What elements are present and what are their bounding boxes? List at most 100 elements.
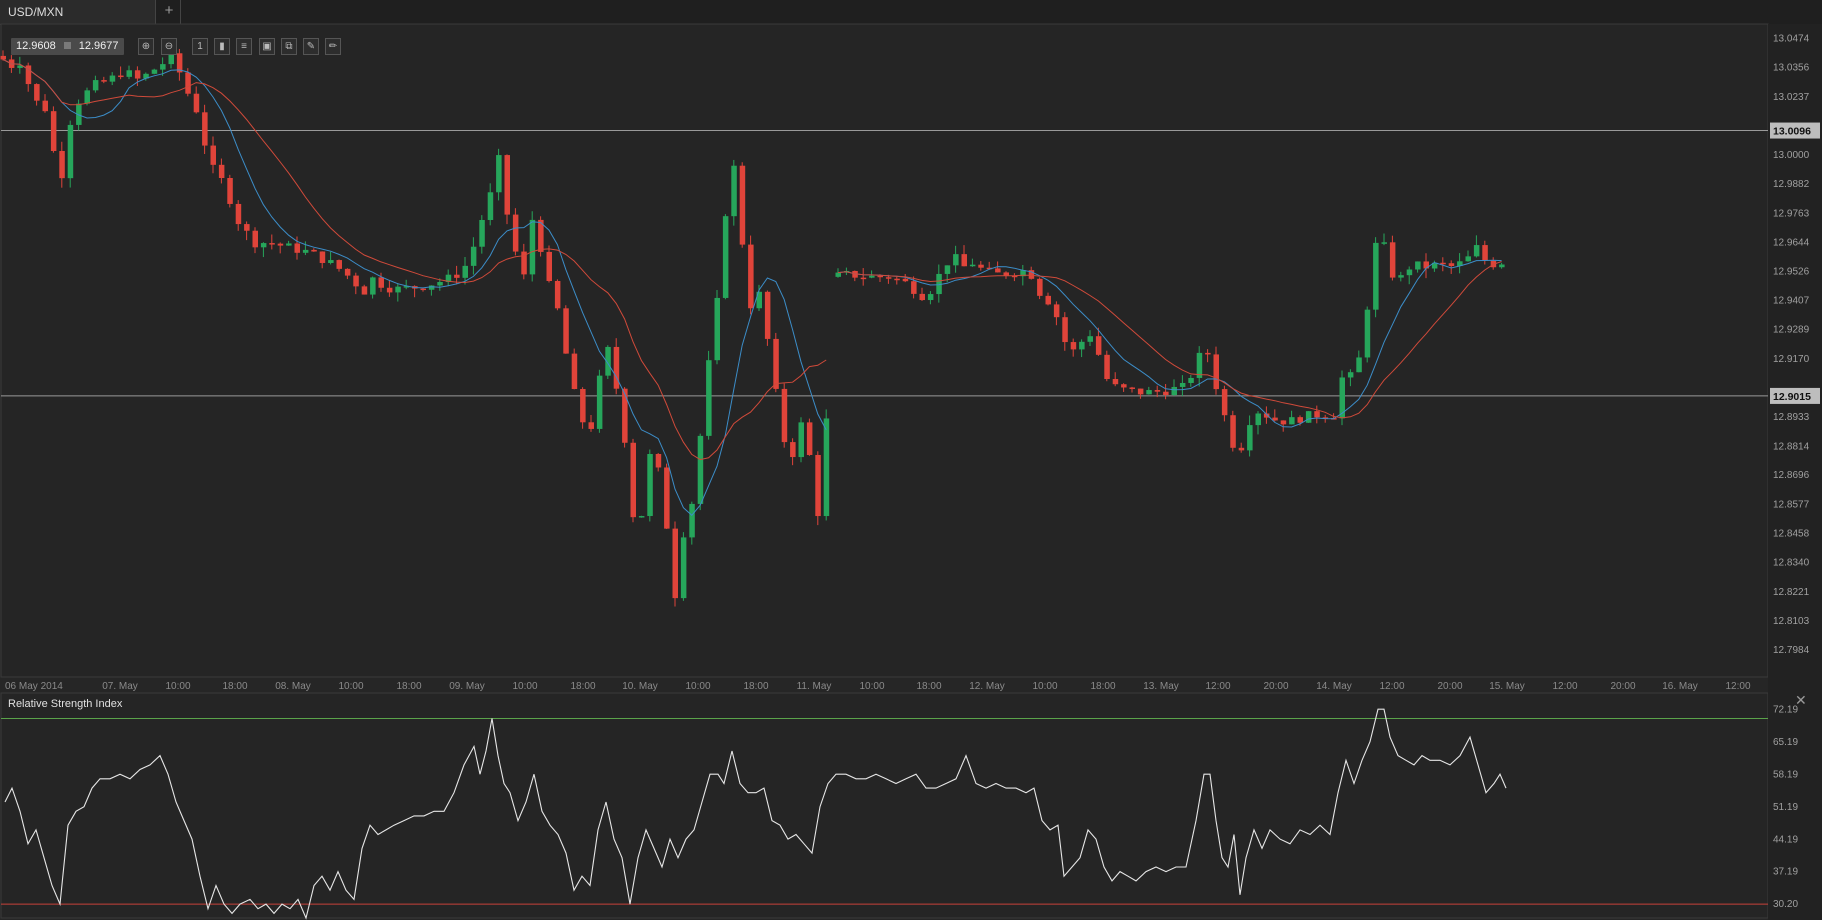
price-tag-label: 13.0096 [1773,126,1811,138]
candle-body [953,254,959,266]
price-chart[interactable]: 13.0474 13.0356 13.0237 13.0000 12.9882 12.97… [0,0,1822,920]
candle-body [227,177,233,204]
objects-icon[interactable]: ⧉ [281,38,297,55]
candle-body [1137,388,1144,395]
candle-body [554,280,561,309]
candle-body [790,442,796,458]
price-tick-label: 12.7984 [1773,645,1810,656]
candle-body [978,264,984,268]
candle-body [84,90,90,104]
time-tick-label: 20:00 [1437,681,1462,692]
candle-body [1499,264,1505,268]
price-tick-label: 13.0474 [1773,34,1810,45]
price-tick-label: 13.0356 [1773,63,1810,74]
candle-body [689,503,695,538]
candle-body [134,70,141,79]
candle-body [109,75,116,82]
candle-body [160,64,166,70]
time-tick-label: 12:00 [1552,681,1577,692]
candle-body [319,251,326,263]
candle-body [1230,415,1236,448]
candle-body [370,277,376,295]
candle-body [361,286,368,295]
candle-body [588,422,594,429]
candle-body [722,216,729,298]
templates-icon[interactable]: ▣ [259,38,275,55]
edit-icon[interactable]: ✎ [303,38,319,55]
candle-body [1482,245,1488,261]
candle-body [1079,341,1085,350]
price-tick-label: 12.9170 [1773,354,1810,365]
candle-body [815,454,821,517]
close-icon[interactable]: ✕ [1795,692,1807,709]
candle-body [655,453,662,468]
time-tick-label: 18:00 [916,681,941,692]
candle-body [479,219,485,247]
price-tick-label: 12.8340 [1773,558,1810,569]
candle-body [1272,417,1278,421]
candle-body [580,389,586,423]
zoom-out-icon[interactable]: ⊖ [161,38,177,55]
time-tick-label: 10:00 [859,681,884,692]
candle-body [546,251,552,281]
candle-body [706,360,712,436]
time-tick-label: 10:00 [1032,681,1057,692]
candle-body [512,214,519,252]
candle-body [92,80,99,91]
candle-body [353,275,359,287]
candle-body [286,243,292,246]
quote-separator [63,42,71,49]
candle-body [34,84,40,101]
candle-body [252,230,258,248]
candle-body [59,150,65,179]
candle-body [1095,336,1102,355]
candle-body [470,246,477,266]
candle-body [101,80,107,82]
candle-body [1053,304,1060,318]
candle-body [885,277,892,279]
rsi-tick-label: 58.19 [1773,769,1798,780]
rsi-tick-label: 37.19 [1773,867,1798,878]
candle-body [344,268,351,276]
timeframe-icon[interactable]: 1 [192,38,208,55]
candle-body [1373,242,1379,310]
candle-body [210,145,216,165]
time-tick-label: 10:00 [512,681,537,692]
candle-body [260,243,267,248]
time-tick-label: 14. May [1316,681,1352,692]
candle-body [961,254,967,267]
candle-body [462,265,468,278]
candle-body [336,260,342,269]
candle-body [118,75,124,78]
candle-body [1112,379,1119,385]
draw-icon[interactable]: ✏ [325,38,341,55]
rsi-tick-label: 44.19 [1773,834,1798,845]
time-tick-label: 18:00 [396,681,421,692]
price-tick-label: 12.9289 [1773,325,1810,336]
time-tick-label: 20:00 [1610,681,1635,692]
candle-body [764,291,771,339]
candle-body [672,528,678,599]
rsi-pane [0,692,1769,919]
rsi-tick-label: 51.19 [1773,802,1798,813]
candle-body [395,286,401,293]
time-tick-label: 06 May 2014 [5,681,63,692]
zoom-in-icon[interactable]: ⊕ [138,38,154,55]
price-tick-label: 12.8814 [1773,441,1810,452]
candle-body [902,278,909,282]
indicators-icon[interactable]: ≡ [236,38,252,55]
time-tick-label: 16. May [1662,681,1698,692]
price-tick-label: 12.8577 [1773,499,1810,510]
candle-body [1213,354,1219,390]
candle-body [218,164,225,178]
rsi-title: Relative Strength Index [8,698,123,710]
candle-type-icon[interactable]: ▮ [214,38,230,55]
candle-body [1221,389,1228,416]
candle-body [1154,390,1161,392]
rsi-tick-label: 65.19 [1773,737,1798,748]
price-tick-label: 12.9882 [1773,179,1810,190]
candle-body [773,338,779,389]
price-tick-label: 12.9407 [1773,296,1810,307]
candle-body [328,260,334,263]
time-axis-labels: 06 May 2014 07. May 10:00 18:00 08. May 10:00… [5,681,1751,692]
